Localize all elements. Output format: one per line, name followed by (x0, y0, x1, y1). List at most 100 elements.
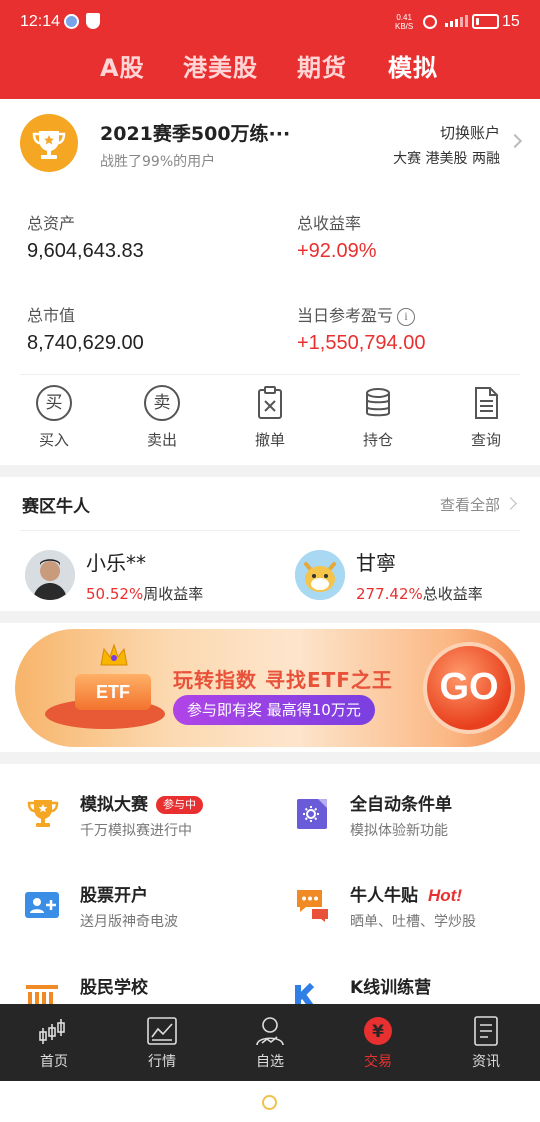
feature-title: 模拟大赛 参与中 (80, 790, 203, 815)
trophy-icon (27, 800, 59, 827)
feature-subtitle: 千万模拟赛进行中 (80, 823, 192, 839)
nav-label: 行情 (148, 1054, 176, 1070)
holdings-label: 持仓 (362, 431, 393, 449)
divider (20, 374, 520, 375)
trader-stat-2: 277.42%总收益率 (356, 585, 483, 603)
svg-text:¥: ¥ (372, 1022, 384, 1042)
query-button[interactable]: 查询 (432, 385, 540, 450)
query-icon (475, 387, 498, 419)
network-speed: 0.41 KB/S (395, 13, 414, 31)
market-chart-icon (147, 1017, 177, 1045)
total-return-value: +92.09% (297, 240, 377, 262)
nav-label: 首页 (40, 1054, 68, 1070)
tab-a-shares[interactable]: A股 (100, 48, 145, 83)
alarm-icon (423, 15, 437, 29)
cancel-order-icon (258, 386, 282, 419)
top-traders-title: 赛区牛人 (22, 497, 90, 517)
chevron-right-icon (507, 133, 523, 149)
nav-label: 资讯 (472, 1054, 500, 1070)
tab-simulation[interactable]: 模拟 (388, 48, 438, 83)
simulation-contest-entry[interactable]: 模拟大赛 参与中 千万模拟赛进行中 (24, 790, 284, 860)
etf-label: ETF (75, 674, 151, 710)
trader-avatar-2[interactable] (295, 550, 345, 600)
chevron-right-icon (504, 497, 517, 510)
app-header: 12:14 0.41 KB/S 15 A股 港美股 期货 模拟 (0, 0, 540, 99)
battery-level (476, 18, 479, 25)
open-account-entry[interactable]: 股票开户 送月版神奇电波 (24, 881, 284, 951)
view-all-link[interactable]: 查看全部 (440, 494, 500, 515)
news-icon (474, 1016, 498, 1046)
bottom-navigation: 首页 行情 自选 ¥ 交易 资讯 (0, 1004, 540, 1081)
holdings-button[interactable]: 持仓 (324, 385, 432, 450)
feature-title: 牛人牛贴 Hot! (350, 886, 462, 906)
nav-watchlist[interactable]: 自选 (216, 1004, 324, 1081)
total-assets-label: 总资产 (27, 214, 76, 233)
trophy-icon (20, 114, 78, 172)
buy-label: 买入 (38, 431, 69, 449)
auto-order-icon (297, 799, 327, 829)
yuan-icon: ¥ (364, 1017, 392, 1045)
etf-promo-banner[interactable]: ETF 玩转指数 寻找ETF之王 参与即有奖 最高得10万元 GO (15, 629, 525, 747)
status-time: 12:14 (20, 13, 61, 30)
battery-percent: 15 (502, 13, 520, 30)
watchlist-user-icon (256, 1017, 284, 1046)
cancel-order-label: 撤单 (254, 431, 285, 449)
cancel-order-button[interactable]: 撤单 (216, 385, 324, 450)
battery-icon (472, 14, 499, 29)
status-bar: 12:14 0.41 KB/S 15 (0, 0, 540, 44)
signal-icon (445, 15, 468, 27)
hot-badge: Hot! (428, 886, 462, 905)
crown-icon (100, 643, 128, 666)
trader-stat-1: 50.52%周收益率 (86, 585, 204, 603)
participating-badge: 参与中 (156, 796, 203, 814)
total-assets-value: 9,604,643.83 (27, 240, 144, 262)
feature-title: 股票开户 (80, 886, 148, 906)
daily-pnl-label: 当日参考盈亏 i (297, 302, 416, 326)
trader-avatar-1[interactable] (25, 550, 75, 600)
daily-pnl-value: +1,550,794.00 (297, 332, 426, 354)
tab-hk-us-stocks[interactable]: 港美股 (183, 48, 258, 83)
chat-icon (297, 890, 328, 922)
tab-futures[interactable]: 期货 (297, 48, 347, 83)
nav-home[interactable]: 首页 (0, 1004, 108, 1081)
feature-subtitle: 模拟体验新功能 (350, 823, 448, 839)
buy-icon: 买 (36, 385, 72, 421)
market-value-label: 总市值 (27, 306, 76, 325)
nav-news[interactable]: 资讯 (432, 1004, 540, 1081)
market-value-value: 8,740,629.00 (27, 332, 144, 354)
feature-subtitle: 晒单、吐槽、学炒股 (350, 914, 476, 930)
info-icon[interactable]: i (397, 308, 416, 326)
divider (20, 530, 520, 531)
buy-button[interactable]: 买 买入 (0, 385, 108, 450)
master-posts-entry[interactable]: 牛人牛贴 Hot! 晒单、吐槽、学炒股 (294, 881, 540, 951)
section-gap (0, 465, 540, 477)
banner-headline: 玩转指数 寻找ETF之王 (173, 668, 393, 692)
account-rank: 战胜了99%的用户 (100, 154, 216, 170)
open-account-icon (25, 892, 59, 918)
trader-name-1[interactable]: 小乐** (86, 547, 146, 576)
market-tabs: A股 港美股 期货 模拟 (0, 48, 540, 88)
nav-label: 自选 (256, 1054, 284, 1070)
nav-label: 交易 (364, 1054, 392, 1070)
trader-name-2[interactable]: 甘寧 (356, 547, 396, 576)
nav-trade[interactable]: ¥ 交易 (324, 1004, 432, 1081)
feature-title: K线训练营 (350, 978, 432, 998)
home-indicator-icon[interactable] (262, 1095, 277, 1110)
sell-icon: 卖 (144, 385, 180, 421)
auto-condition-order-entry[interactable]: 全自动条件单 模拟体验新功能 (294, 790, 540, 860)
candlestick-icon (39, 1019, 65, 1044)
trade-actions: 买 买入 卖 卖出 撤单 持仓 查询 (0, 385, 540, 465)
sell-label: 卖出 (146, 431, 177, 449)
switch-account-button[interactable]: 切换账户 (440, 122, 500, 143)
section-gap (0, 752, 540, 764)
feature-title: 全自动条件单 (350, 795, 452, 815)
account-row[interactable]: 2021赛季500万练··· 战胜了99%的用户 切换账户 大赛 港美股 两融 (0, 99, 540, 189)
feature-title: 股民学校 (80, 978, 148, 998)
feature-subtitle: 送月版神奇电波 (80, 914, 178, 930)
holdings-icon (366, 388, 390, 417)
go-button[interactable]: GO (423, 642, 515, 734)
sell-button[interactable]: 卖 卖出 (108, 385, 216, 450)
nav-market[interactable]: 行情 (108, 1004, 216, 1081)
section-gap (0, 611, 540, 623)
account-name: 2021赛季500万练··· (100, 123, 291, 145)
